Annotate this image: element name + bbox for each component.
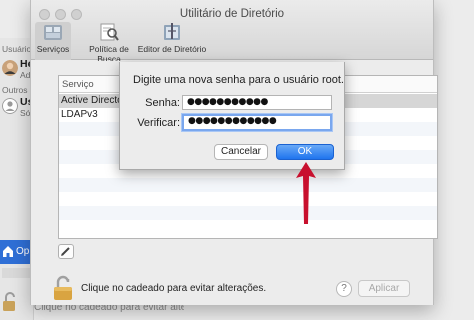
- password-label: Senha:: [145, 97, 180, 109]
- sheet-prompt: Digite uma nova senha para o usuário roo…: [133, 74, 344, 86]
- titlebar: Utilitário de Diretório Serviços Polític…: [31, 0, 433, 64]
- cancel-button[interactable]: Cancelar: [214, 144, 268, 160]
- magnifier-doc-icon: [100, 23, 119, 41]
- tab-services[interactable]: Serviços: [35, 22, 71, 60]
- tab-search-policy[interactable]: Política de Busca: [81, 22, 137, 64]
- lock-icon[interactable]: [53, 275, 73, 301]
- password-field[interactable]: ●●●●●●●●●●●: [182, 95, 332, 110]
- services-icon: [44, 25, 62, 40]
- home-icon: [3, 246, 13, 257]
- annotation-arrow-icon: [296, 162, 316, 224]
- pencil-icon: [61, 247, 70, 256]
- background-lock-icon[interactable]: [2, 292, 16, 312]
- empty-row: [59, 206, 437, 220]
- user-avatar-icon[interactable]: [2, 60, 18, 76]
- directory-editor-icon: [164, 23, 180, 40]
- empty-row: [59, 178, 437, 192]
- user2-sub: Só: [20, 108, 31, 118]
- tab-directory-editor[interactable]: Editor de Diretório: [135, 22, 209, 60]
- tab-directory-editor-label: Editor de Diretório: [137, 44, 207, 54]
- guest-avatar-icon[interactable]: [2, 98, 18, 114]
- root-password-sheet: Digite uma nova senha para o usuário roo…: [119, 62, 345, 170]
- lock-text: Clique no cadeado para evitar alterações…: [81, 283, 267, 294]
- login-options-label: Op: [16, 246, 30, 257]
- help-button[interactable]: ?: [336, 281, 352, 297]
- verify-field[interactable]: ●●●●●●●●●●●●: [182, 114, 332, 131]
- ok-button[interactable]: OK: [276, 144, 334, 160]
- verify-label: Verificar:: [137, 117, 180, 129]
- edit-service-button[interactable]: [58, 244, 74, 259]
- apply-button[interactable]: Aplicar: [358, 280, 410, 297]
- tab-services-label: Serviços: [36, 44, 70, 54]
- service-name: LDAPv3: [61, 109, 98, 120]
- window-title: Utilitário de Diretório: [179, 8, 285, 20]
